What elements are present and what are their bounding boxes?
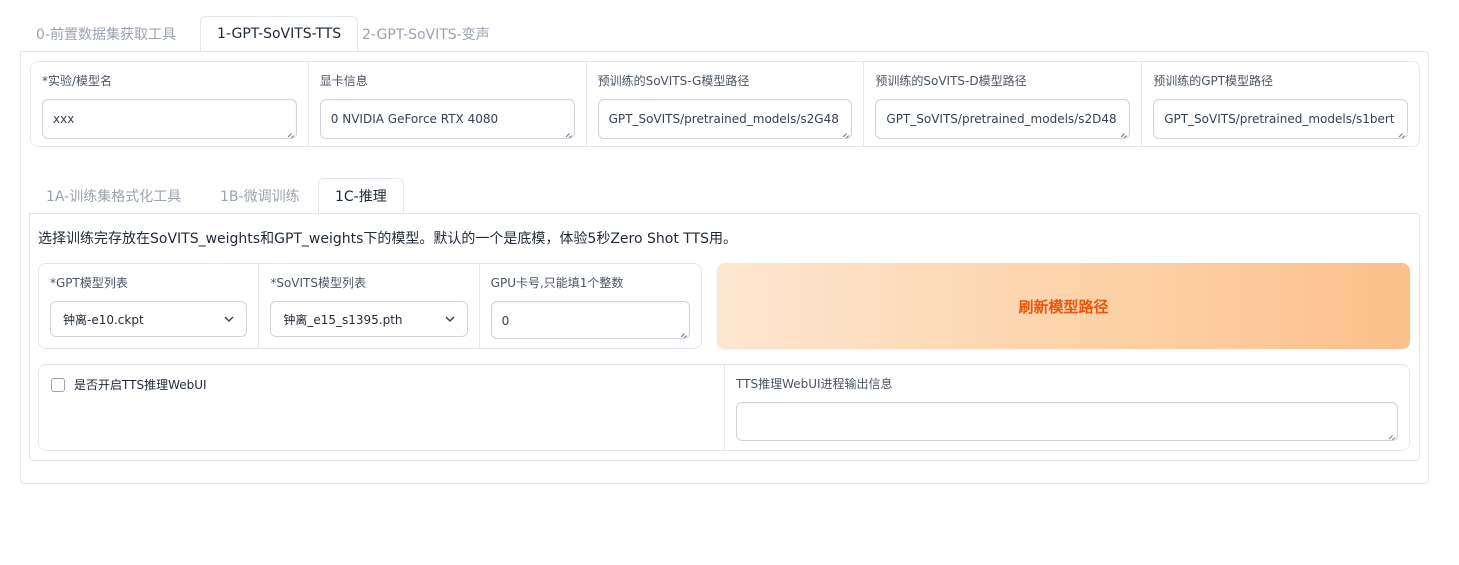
sovits-g-path-value: GPT_SoVITS/pretrained_models/s2G488k.pth xyxy=(608,112,839,126)
resize-handle-icon[interactable] xyxy=(1387,430,1395,438)
chevron-down-icon xyxy=(224,316,234,322)
webui-toggle[interactable]: 是否开启TTS推理WebUI xyxy=(51,376,712,393)
gpt-path-value: GPT_SoVITS/pretrained_models/s1bert25hz-… xyxy=(1164,112,1395,126)
gpt-list-block: *GPT模型列表 钟离-e10.ckpt xyxy=(39,264,260,348)
resize-handle-icon[interactable] xyxy=(564,128,572,136)
gpu-id-value: 0 xyxy=(501,314,510,328)
resize-handle-icon[interactable] xyxy=(286,128,294,136)
exp-name-input[interactable]: xxx xyxy=(42,99,297,139)
tab-dataset-format[interactable]: 1A-训练集格式化工具 xyxy=(30,178,197,214)
exp-name-label: *实验/模型名 xyxy=(42,74,113,88)
webui-toggle-block: 是否开启TTS推理WebUI xyxy=(39,365,725,450)
tab-finetune[interactable]: 1B-微调训练 xyxy=(204,178,316,214)
gpt-path-input[interactable]: GPT_SoVITS/pretrained_models/s1bert25hz-… xyxy=(1153,99,1408,139)
gpu-id-input[interactable]: 0 xyxy=(490,301,690,339)
gpt-list-label: *GPT模型列表 xyxy=(50,276,128,290)
resize-handle-icon[interactable] xyxy=(1397,128,1405,136)
gpu-info-input[interactable]: 0 NVIDIA GeForce RTX 4080 xyxy=(319,99,575,139)
webui-checkbox[interactable] xyxy=(51,377,65,392)
sovits-g-path-input[interactable]: GPT_SoVITS/pretrained_models/s2G488k.pth xyxy=(597,99,853,139)
sovits-model-selected: 钟离_e15_s1395.pth xyxy=(283,312,403,327)
gpu-info-value: 0 NVIDIA GeForce RTX 4080 xyxy=(330,112,499,126)
model-selection-row: *GPT模型列表 钟离-e10.ckpt *SoVITS模型列表 钟离_e15_… xyxy=(38,263,702,349)
sovits-d-path-input[interactable]: GPT_SoVITS/pretrained_models/s2D488k.pth xyxy=(875,99,1131,139)
tab-gpt-sovits-tts[interactable]: 1-GPT-SoVITS-TTS xyxy=(200,16,359,52)
tab-gpt-sovits-voice-change[interactable]: 2-GPT-SoVITS-变声 xyxy=(346,16,506,52)
gpt-path-label: 预训练的GPT模型路径 xyxy=(1153,74,1274,88)
refresh-model-paths-button[interactable]: 刷新模型路径 xyxy=(717,263,1410,349)
chevron-down-icon xyxy=(445,316,455,322)
webui-row: 是否开启TTS推理WebUI TTS推理WebUI进程输出信息 xyxy=(38,364,1410,451)
sovits-g-label: 预训练的SoVITS-G模型路径 xyxy=(597,74,750,88)
gpt-model-selected: 钟离-e10.ckpt xyxy=(63,312,144,327)
webui-checkbox-label: 是否开启TTS推理WebUI xyxy=(74,378,207,392)
tab-dataset-tools[interactable]: 0-前置数据集获取工具 xyxy=(20,16,192,52)
sovits-list-label: *SoVITS模型列表 xyxy=(270,276,366,290)
tab-inference[interactable]: 1C-推理 xyxy=(318,178,404,214)
webui-output-label: TTS推理WebUI进程输出信息 xyxy=(736,377,893,391)
gpu-info-label: 显卡信息 xyxy=(319,74,368,88)
resize-handle-icon[interactable] xyxy=(841,128,849,136)
sovits-list-block: *SoVITS模型列表 钟离_e15_s1395.pth xyxy=(259,264,480,348)
gpu-info-block: 显卡信息 0 NVIDIA GeForce RTX 4080 xyxy=(309,62,587,146)
resize-handle-icon[interactable] xyxy=(679,328,687,336)
exp-name-value: xxx xyxy=(53,112,75,126)
webui-output-textbox[interactable] xyxy=(736,402,1398,441)
inference-description: 选择训练完存放在SoVITS_weights和GPT_weights下的模型。默… xyxy=(38,231,738,247)
gpt-model-dropdown[interactable]: 钟离-e10.ckpt xyxy=(50,301,248,337)
exp-name-block: *实验/模型名 xxx xyxy=(31,62,309,146)
pretrained-params-row: *实验/模型名 xxx 显卡信息 0 NVIDIA GeForce RTX 40… xyxy=(30,61,1420,147)
resize-handle-icon[interactable] xyxy=(1119,128,1127,136)
gpu-id-label: GPU卡号,只能填1个整数 xyxy=(490,276,624,290)
sovits-d-block: 预训练的SoVITS-D模型路径 GPT_SoVITS/pretrained_m… xyxy=(864,62,1143,146)
sovits-d-path-value: GPT_SoVITS/pretrained_models/s2D488k.pth xyxy=(886,112,1117,126)
sovits-model-dropdown[interactable]: 钟离_e15_s1395.pth xyxy=(270,301,468,337)
sovits-d-label: 预训练的SoVITS-D模型路径 xyxy=(875,74,1027,88)
gpt-path-block: 预训练的GPT模型路径 GPT_SoVITS/pretrained_models… xyxy=(1142,62,1419,146)
webui-output-block: TTS推理WebUI进程输出信息 xyxy=(725,365,1409,450)
gpu-id-block: GPU卡号,只能填1个整数 0 xyxy=(480,264,701,348)
sovits-g-block: 预训练的SoVITS-G模型路径 GPT_SoVITS/pretrained_m… xyxy=(587,62,865,146)
